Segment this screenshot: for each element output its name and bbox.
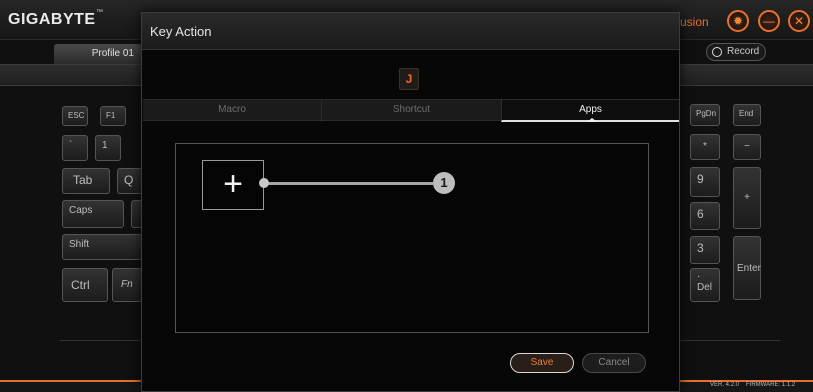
key-1[interactable]: 1 [95,135,121,161]
apps-panel: + 1 [175,143,649,333]
key-6[interactable]: 6 [690,202,720,230]
add-app-button[interactable]: + [202,160,264,210]
brand-trademark: ™ [96,9,103,16]
action-tabs: Macro Shortcut Apps [143,99,679,122]
key-plus[interactable]: + [733,167,761,229]
callout-anchor-dot [259,178,269,188]
record-label: Record [727,46,760,57]
close-button[interactable]: ✕ [788,10,810,32]
callout-line [263,182,433,185]
selected-key: J [399,68,419,90]
dialog-title: Key Action [150,24,212,39]
app-window: GIGABYTE ™ usion ✹ — ✕ Profile 01 Record… [0,0,813,392]
minimize-button[interactable]: — [758,10,780,32]
brand-logo: GIGABYTE [8,11,96,28]
save-button[interactable]: Save [510,353,574,373]
key-9[interactable]: 9 [690,167,720,197]
key-ctrl[interactable]: Ctrl [62,268,108,302]
key-decimal[interactable]: · Del [690,268,720,302]
settings-button[interactable]: ✹ [727,10,749,32]
cancel-button[interactable]: Cancel [582,353,646,373]
tab-macro[interactable]: Macro [143,100,321,122]
app-name: usion [680,15,709,29]
key-3[interactable]: 3 [690,236,720,264]
key-minus[interactable]: − [733,134,761,160]
active-tab-caret-icon [587,118,597,122]
key-f1[interactable]: F1 [100,106,126,126]
tab-apps-label: Apps [579,104,602,115]
key-end[interactable]: End [733,104,761,126]
key-caps[interactable]: Caps [62,200,124,228]
key-action-dialog: Key Action J Macro Shortcut Apps + 1 Sav… [141,12,680,392]
tab-apps[interactable]: Apps [501,100,679,122]
key-enter[interactable]: Enter [733,236,761,300]
close-icon: ✕ [793,14,805,28]
key-del-label: Del [697,282,713,293]
minimize-icon: — [763,14,775,28]
key-fn[interactable]: Fn [112,268,142,302]
key-tab[interactable]: Tab [62,168,110,194]
gear-icon: ✹ [732,14,744,28]
key-pgdn[interactable]: PgDn [690,104,720,126]
key-esc[interactable]: ESC [62,106,88,126]
key-multiply[interactable]: * [690,134,720,160]
firmware-label: FIRMWARE: 1.1.2 [746,382,796,388]
dialog-header: Key Action [142,13,679,50]
profile-tab[interactable]: Profile 01 [54,44,142,64]
callout-badge: 1 [433,172,455,194]
key-decimal-dot: · [697,271,701,282]
key-q[interactable]: Q [117,168,143,194]
plus-icon: + [223,165,243,203]
key-shift[interactable]: Shift [62,234,142,260]
key-backtick[interactable]: ` [62,135,88,161]
version-label: VER. 4.2.0 [710,382,740,388]
record-button[interactable]: Record [706,43,766,61]
tab-shortcut[interactable]: Shortcut [321,100,501,122]
record-icon [712,47,722,57]
